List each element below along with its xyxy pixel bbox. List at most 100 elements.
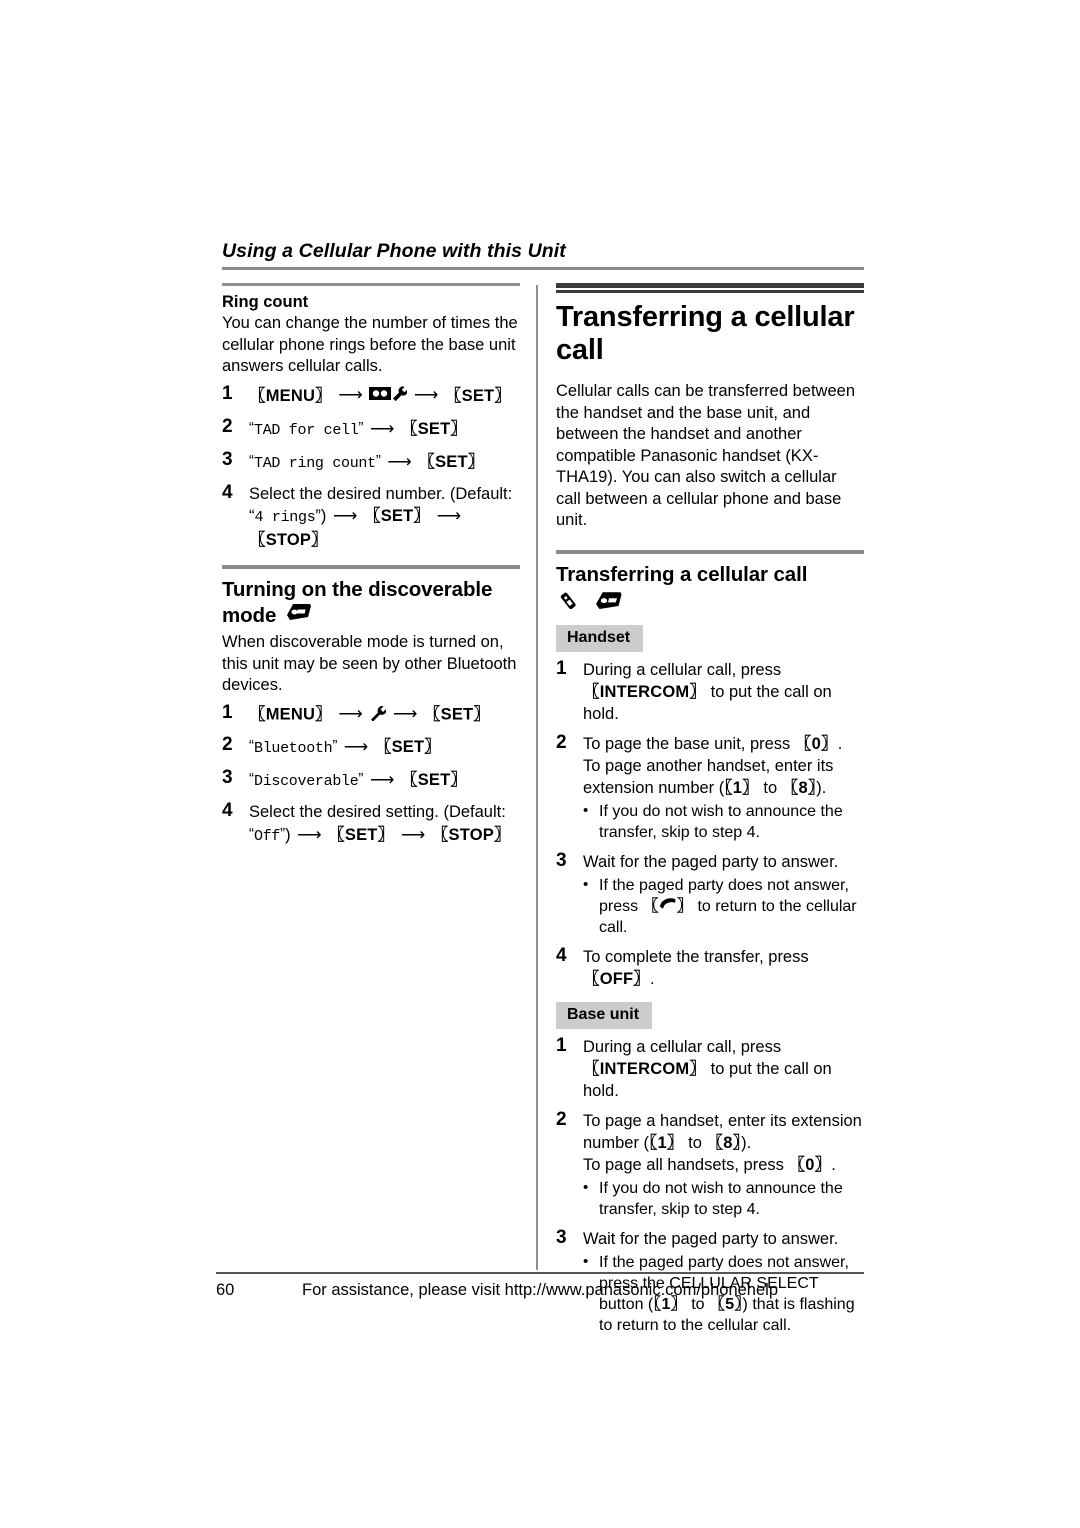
arrow-icon: ⟶ xyxy=(338,703,363,723)
step-text: To page all handsets, press xyxy=(583,1155,784,1174)
section-rule-ring-count xyxy=(222,283,520,286)
arrow-icon: ⟶ xyxy=(413,385,439,405)
default-value: 4 rings xyxy=(254,508,316,526)
key-0: 〖0〗 xyxy=(788,1155,832,1174)
step-number: 3 xyxy=(556,849,567,871)
ring-count-subheading: Ring count xyxy=(222,293,309,311)
bullet-text-tail: to return to the cellular call. xyxy=(599,897,857,936)
step-item: 2 “TAD for cell” ⟶ 〖SET〗 xyxy=(222,415,520,442)
key-menu: 〖MENU〗 xyxy=(249,386,332,405)
close-quote: ” xyxy=(358,769,364,787)
step-item: 1 During a cellular call, press 〖INTERCO… xyxy=(556,657,864,725)
arrow-icon: ⟶ xyxy=(343,736,369,756)
step-line: To page the base unit, press 〖0〗. xyxy=(583,733,864,755)
step-number: 2 xyxy=(222,733,233,755)
menu-value-tad-ring-count: TAD ring count xyxy=(254,454,376,472)
discoverable-intro: When discoverable mode is turned on, thi… xyxy=(222,633,517,695)
badge-handset: Handset xyxy=(556,624,644,652)
step-number: 4 xyxy=(222,799,233,821)
handset-steps: 1 During a cellular call, press 〖INTERCO… xyxy=(556,657,864,990)
step-item: 3 “Discoverable” ⟶ 〖SET〗 xyxy=(222,766,520,793)
key-set: 〖SET〗 xyxy=(418,452,485,471)
step-text-tail: ) xyxy=(285,825,291,844)
transferring-intro: Cellular calls can be transferred betwee… xyxy=(556,382,855,529)
step-line: To page another handset, enter its exten… xyxy=(583,755,864,799)
key-set: 〖SET〗 xyxy=(374,737,441,756)
step-item: 4 To complete the transfer, press 〖OFF〗. xyxy=(556,944,864,990)
step-item: 2 To page the base unit, press 〖0〗. To p… xyxy=(556,732,864,843)
key-intercom: 〖INTERCOM〗 xyxy=(583,682,707,701)
step-number: 4 xyxy=(556,944,567,966)
menu-value-tad-for-cell: TAD for cell xyxy=(254,421,359,439)
step-text-tail: ). xyxy=(816,778,827,797)
key-0: 〖0〗 xyxy=(794,734,838,753)
step-text-tail: . xyxy=(650,969,655,988)
step-number: 1 xyxy=(556,1034,567,1056)
step-number: 3 xyxy=(222,448,233,470)
step-item: 2 To page a handset, enter its extension… xyxy=(556,1108,864,1220)
menu-value-discoverable: Discoverable xyxy=(254,772,359,790)
section-rule-transferring-sub xyxy=(556,549,864,554)
page-footer: 60 For assistance, please visit http://w… xyxy=(216,1272,864,1305)
section-rule-discoverable xyxy=(222,564,520,569)
arrow-icon: ⟶ xyxy=(392,703,418,723)
footer-row: 60 For assistance, please visit http://w… xyxy=(216,1281,864,1305)
section-rule-transferring xyxy=(556,283,864,293)
step-bullet: If you do not wish to announce the trans… xyxy=(583,800,864,843)
step-bullet: If you do not wish to announce the trans… xyxy=(583,1177,864,1220)
arrow-icon: ⟶ xyxy=(370,769,395,789)
key-talk: 〖〗 xyxy=(643,898,693,915)
step-number: 3 xyxy=(556,1226,567,1248)
arrow-icon: ⟶ xyxy=(297,824,322,844)
document-page: Using a Cellular Phone with this Unit Ri… xyxy=(0,0,1080,1528)
key-intercom: 〖INTERCOM〗 xyxy=(583,1059,707,1078)
key-set: 〖SET〗 xyxy=(400,419,468,438)
step-item: 3 “TAD ring count” ⟶ 〖SET〗 xyxy=(222,448,520,475)
step-bullet: If the paged party does not answer, pres… xyxy=(583,873,864,938)
key-set: 〖SET〗 xyxy=(400,770,468,789)
wrench-icon xyxy=(369,703,387,727)
arrow-icon: ⟶ xyxy=(338,385,363,405)
step-number: 1 xyxy=(222,701,233,723)
step-number: 2 xyxy=(222,415,233,437)
key-8: 〖8〗 xyxy=(706,1133,742,1152)
ring-count-steps: 1 〖MENU〗 ⟶ ⟶ 〖SET〗 2 “TAD for cell” ⟶ 〖S… xyxy=(222,382,520,551)
device-icons xyxy=(558,591,864,616)
transferring-title: Transferring a cellular call xyxy=(556,301,855,366)
step-line: Wait for the paged party to answer. xyxy=(583,852,839,871)
step-text-tail: . xyxy=(831,1155,836,1174)
close-quote: ” xyxy=(358,418,364,436)
step-number: 1 xyxy=(556,657,567,679)
header-divider xyxy=(222,267,864,270)
talk-phone-icon xyxy=(659,896,677,917)
step-item: 2 “Bluetooth” ⟶ 〖SET〗 xyxy=(222,733,520,760)
range-word: to xyxy=(763,778,778,797)
key-8: 〖8〗 xyxy=(781,778,817,797)
step-number: 1 xyxy=(222,382,233,404)
arrow-icon: ⟶ xyxy=(333,505,358,525)
key-set: 〖SET〗 xyxy=(328,825,395,844)
step-number: 3 xyxy=(222,766,233,788)
footer-divider xyxy=(216,1272,864,1274)
footer-assistance-text: For assistance, please visit http://www.… xyxy=(302,1281,779,1299)
step-item: 1 〖MENU〗 ⟶ ⟶ 〖SET〗 xyxy=(222,382,520,409)
left-column: Ring count You can change the number of … xyxy=(222,283,520,856)
step-text-tail: ). xyxy=(741,1133,752,1152)
default-value: Off xyxy=(254,827,281,845)
step-item: 4 Select the desired setting. (Default: … xyxy=(222,799,520,848)
key-menu: 〖MENU〗 xyxy=(249,704,332,723)
arrow-icon: ⟶ xyxy=(387,451,412,471)
discoverable-heading-text: Turning on the discoverable mode xyxy=(222,577,493,627)
right-column: Transferring a cellular call Cellular ca… xyxy=(556,283,864,1344)
range-word: to xyxy=(688,1133,702,1152)
step-line: To page a handset, enter its extension n… xyxy=(583,1110,864,1154)
step-line: Wait for the paged party to answer. xyxy=(583,1229,839,1248)
badge-base-unit: Base unit xyxy=(556,1001,653,1029)
ring-count-intro: You can change the number of times the c… xyxy=(222,314,518,375)
step-item: 4 Select the desired number. (Default: “… xyxy=(222,482,520,551)
page-header: Using a Cellular Phone with this Unit xyxy=(222,240,864,270)
step-number: 2 xyxy=(556,1108,567,1130)
step-text-tail: . xyxy=(837,734,843,753)
key-set: 〖SET〗 xyxy=(444,386,512,405)
key-set: 〖SET〗 xyxy=(363,506,431,525)
